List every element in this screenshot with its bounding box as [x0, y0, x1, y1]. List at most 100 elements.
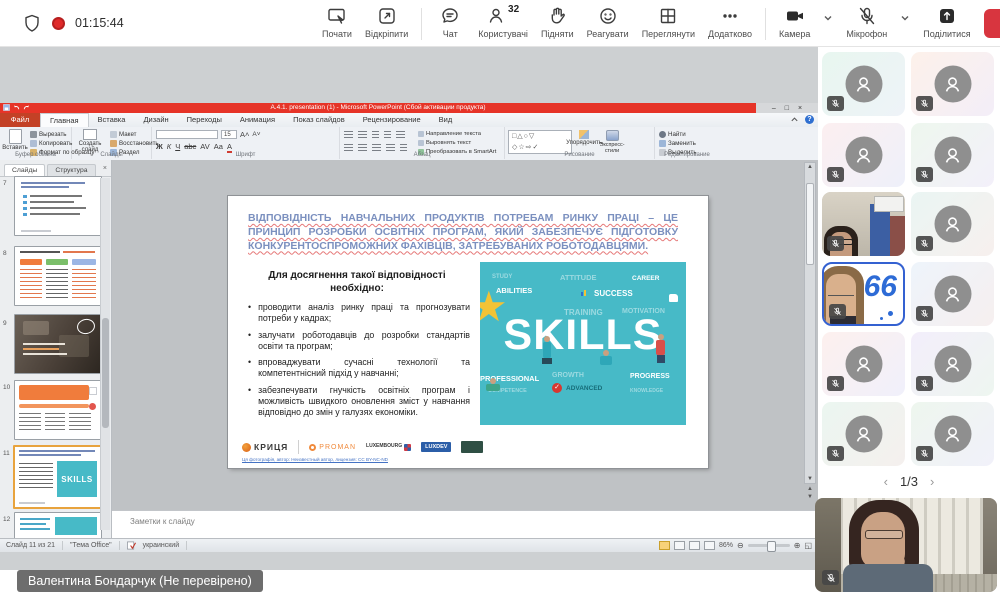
tab-insert[interactable]: Вставка: [89, 113, 135, 127]
increase-indent-icon[interactable]: [384, 131, 391, 139]
slides-tab[interactable]: Слайды: [4, 164, 45, 176]
participant-tile[interactable]: [822, 52, 905, 116]
slide-11-thumbnail-selected[interactable]: SKILLS: [13, 445, 105, 509]
minimize-icon[interactable]: –: [772, 105, 776, 112]
tab-animation[interactable]: Анимация: [231, 113, 284, 127]
tab-file[interactable]: Файл: [0, 113, 40, 127]
ppt-titlebar[interactable]: A.4.1. presentation (1) - Microsoft Powe…: [0, 103, 756, 113]
start-share-button[interactable]: Почати: [322, 6, 352, 39]
tab-design[interactable]: Дизайн: [134, 113, 177, 127]
slideshow-view-button[interactable]: [704, 541, 715, 550]
slide-12-thumbnail[interactable]: [14, 512, 102, 540]
decrease-indent-icon[interactable]: [372, 131, 379, 139]
panel-close-icon[interactable]: ×: [103, 165, 107, 172]
help-icon[interactable]: ?: [805, 115, 814, 124]
slide-9-thumbnail[interactable]: [14, 314, 102, 374]
bullet-list-icon[interactable]: [344, 131, 353, 139]
participant-tile[interactable]: [911, 192, 994, 256]
current-slide[interactable]: ВІДПОВІДНІСТЬ НАВЧАЛЬНИХ ПРОДУКТІВ ПОТРЕ…: [228, 196, 708, 468]
slide-scrollbar[interactable]: ▲ ▼: [804, 162, 816, 484]
zoom-out-button[interactable]: ⊖: [737, 541, 744, 550]
zoom-in-button[interactable]: ⊕: [794, 541, 801, 550]
align-left-icon[interactable]: [344, 144, 353, 152]
arrange-button[interactable]: Упорядочить: [569, 130, 599, 146]
align-center-icon[interactable]: [358, 144, 367, 152]
bold-button[interactable]: Ж: [156, 142, 163, 151]
find-button[interactable]: Найти: [659, 130, 697, 138]
previous-slide-button[interactable]: ▲: [807, 486, 813, 492]
participant-tile[interactable]: [911, 332, 994, 396]
participant-tile[interactable]: [911, 123, 994, 187]
strikethrough-button[interactable]: abc: [184, 142, 196, 151]
previous-page-arrow[interactable]: ‹: [884, 474, 888, 489]
notes-pane[interactable]: Заметки к слайду: [112, 510, 818, 538]
close-icon[interactable]: ×: [798, 105, 802, 112]
tab-transitions[interactable]: Переходы: [178, 113, 231, 127]
language-indicator[interactable]: украинский: [143, 542, 180, 549]
paste-button[interactable]: Вставить: [3, 129, 27, 151]
view-button[interactable]: Переглянути: [642, 6, 695, 39]
tab-view[interactable]: Вид: [430, 113, 462, 127]
maximize-icon[interactable]: □: [785, 105, 789, 112]
participant-tile[interactable]: [822, 123, 905, 187]
change-case-button[interactable]: Aa: [214, 142, 223, 151]
shapes-gallery[interactable]: □△○▽◇☆⇨✓: [508, 130, 572, 154]
tab-home[interactable]: Главная: [40, 113, 89, 127]
participant-tile[interactable]: [822, 402, 905, 466]
align-right-icon[interactable]: [372, 144, 381, 152]
camera-options-chevron[interactable]: [823, 13, 833, 23]
slide-sorter-view-button[interactable]: [674, 541, 685, 550]
featured-participant-video[interactable]: [815, 498, 997, 592]
line-spacing-icon[interactable]: [396, 131, 405, 139]
slide-7-thumbnail[interactable]: [14, 176, 102, 236]
leave-button[interactable]: Вийти: [984, 9, 1000, 38]
tab-review[interactable]: Рецензирование: [354, 113, 430, 127]
underline-button[interactable]: Ч: [175, 142, 180, 151]
slide-scrollbar-thumb[interactable]: [806, 183, 814, 265]
panel-scrollbar[interactable]: [100, 178, 110, 530]
next-page-arrow[interactable]: ›: [930, 474, 934, 489]
replace-button[interactable]: Заменить: [659, 139, 697, 147]
new-slide-button[interactable]: Создать слайд: [74, 129, 106, 153]
participants-button[interactable]: 32 Користувачі: [478, 6, 528, 39]
spellcheck-icon[interactable]: [127, 541, 136, 550]
outline-tab[interactable]: Структура: [47, 164, 95, 176]
participant-tile[interactable]: [822, 332, 905, 396]
collapse-ribbon-chevron[interactable]: [790, 115, 799, 124]
active-speaker-tile[interactable]: 66: [822, 262, 905, 326]
fit-to-window-button[interactable]: ◱: [804, 541, 812, 550]
participant-tile[interactable]: [911, 402, 994, 466]
share-button[interactable]: Поділитися: [923, 6, 970, 39]
zoom-slider-knob[interactable]: [767, 541, 776, 552]
chat-button[interactable]: Чат: [435, 6, 465, 39]
italic-button[interactable]: К: [167, 142, 171, 151]
react-button[interactable]: Реагувати: [587, 6, 629, 39]
participant-tile[interactable]: [911, 52, 994, 116]
camera-button[interactable]: Камера: [779, 6, 810, 39]
more-button[interactable]: Додатково: [708, 6, 752, 39]
participant-video-tile[interactable]: [822, 192, 905, 256]
numbered-list-icon[interactable]: [358, 131, 367, 139]
text-direction-button[interactable]: Направление текста: [418, 130, 496, 138]
justify-icon[interactable]: [386, 144, 395, 152]
tab-slideshow[interactable]: Показ слайдов: [284, 113, 354, 127]
normal-view-button[interactable]: [659, 541, 670, 550]
slide-10-thumbnail[interactable]: [14, 380, 102, 440]
reading-view-button[interactable]: [689, 541, 700, 550]
next-slide-button[interactable]: ▼: [807, 494, 813, 500]
shrink-font-button[interactable]: A˅: [252, 131, 260, 138]
raise-hand-button[interactable]: Підняти: [541, 6, 574, 39]
grow-font-button[interactable]: A˄: [240, 130, 249, 139]
font-size-combobox[interactable]: 15: [221, 130, 237, 139]
align-text-button[interactable]: Выровнять текст: [418, 139, 496, 147]
character-spacing-button[interactable]: AV: [200, 142, 209, 151]
panel-scrollbar-thumb[interactable]: [102, 318, 109, 428]
microphone-options-chevron[interactable]: [900, 13, 910, 23]
unpin-button[interactable]: Відкріпити: [365, 6, 408, 39]
microphone-button[interactable]: Мікрофон: [846, 6, 887, 39]
font-name-combobox[interactable]: [156, 130, 218, 139]
columns-icon[interactable]: [400, 144, 407, 152]
zoom-slider[interactable]: [748, 544, 790, 547]
slide-8-thumbnail[interactable]: [14, 246, 102, 306]
quick-styles-button[interactable]: Экспресс-стили: [599, 130, 625, 154]
